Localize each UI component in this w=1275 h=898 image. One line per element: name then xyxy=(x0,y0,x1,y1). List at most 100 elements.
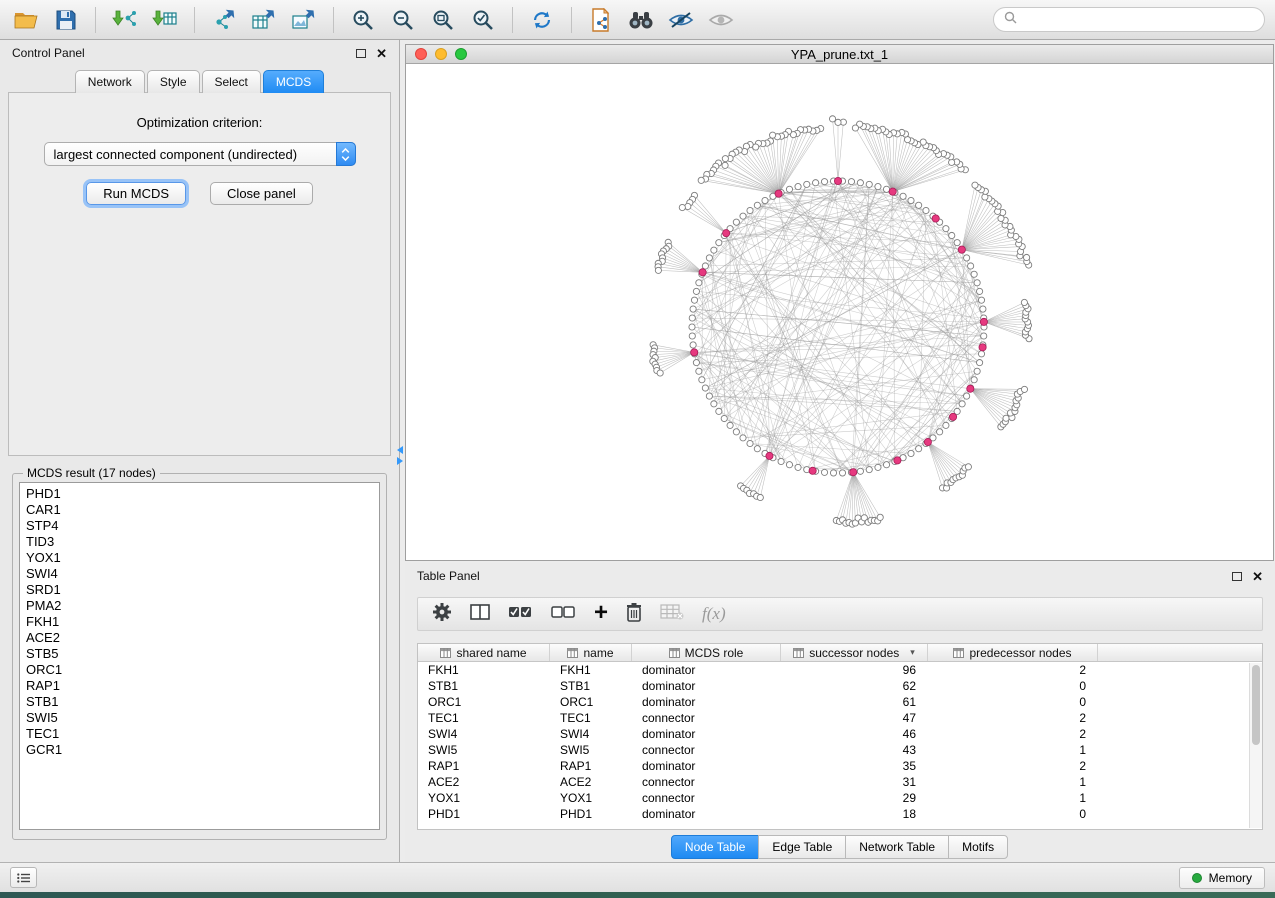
table-row[interactable]: PHD1PHD1dominator180 xyxy=(418,806,1248,822)
table-cell[interactable]: connector xyxy=(632,742,781,758)
deselect-all-rows-icon[interactable] xyxy=(551,604,576,625)
table-cell[interactable]: FKH1 xyxy=(418,662,550,678)
table-cell[interactable]: 46 xyxy=(781,726,928,742)
control-tab-mcds[interactable]: MCDS xyxy=(263,70,324,93)
mcds-result-item[interactable]: PHD1 xyxy=(26,486,379,502)
network-graph[interactable] xyxy=(406,64,1273,560)
table-cell[interactable]: STB1 xyxy=(418,678,550,694)
table-cell[interactable]: YOX1 xyxy=(418,790,550,806)
export-table-icon[interactable] xyxy=(248,4,280,36)
table-cell[interactable]: 43 xyxy=(781,742,928,758)
table-row[interactable]: YOX1YOX1connector291 xyxy=(418,790,1248,806)
table-cell[interactable]: 61 xyxy=(781,694,928,710)
show-columns-icon[interactable] xyxy=(470,604,490,625)
binoculars-icon[interactable] xyxy=(625,4,657,36)
zoom-out-icon[interactable] xyxy=(387,4,419,36)
mcds-result-item[interactable]: PMA2 xyxy=(26,598,379,614)
table-cell[interactable]: RAP1 xyxy=(550,758,632,774)
table-row[interactable]: STB1STB1dominator620 xyxy=(418,678,1248,694)
collapse-left-icon[interactable] xyxy=(397,446,403,454)
control-tab-network[interactable]: Network xyxy=(75,70,145,93)
mcds-result-item[interactable]: ORC1 xyxy=(26,662,379,678)
table-cell[interactable]: SWI5 xyxy=(550,742,632,758)
search-box[interactable] xyxy=(993,7,1265,32)
table-tab-edge-table[interactable]: Edge Table xyxy=(758,835,846,859)
search-input[interactable] xyxy=(1023,12,1254,28)
open-file-icon[interactable] xyxy=(10,4,42,36)
table-cell[interactable]: STB1 xyxy=(550,678,632,694)
table-cell[interactable]: dominator xyxy=(632,758,781,774)
table-row[interactable]: ACE2ACE2connector311 xyxy=(418,774,1248,790)
table-cell[interactable]: 1 xyxy=(928,774,1098,790)
table-row[interactable]: ORC1ORC1dominator610 xyxy=(418,694,1248,710)
table-cell[interactable]: ORC1 xyxy=(550,694,632,710)
table-cell[interactable]: ORC1 xyxy=(418,694,550,710)
table-cell[interactable]: 62 xyxy=(781,678,928,694)
table-cell[interactable]: PHD1 xyxy=(550,806,632,822)
table-settings-gear-icon[interactable] xyxy=(432,602,452,627)
run-mcds-button[interactable]: Run MCDS xyxy=(86,182,186,205)
table-cell[interactable]: 29 xyxy=(781,790,928,806)
scrollbar-thumb[interactable] xyxy=(1252,665,1260,745)
status-menu-button[interactable] xyxy=(10,867,37,888)
export-network-icon[interactable] xyxy=(208,4,240,36)
table-cell[interactable]: SWI4 xyxy=(550,726,632,742)
memory-button[interactable]: Memory xyxy=(1179,867,1265,889)
apply-layout-icon[interactable] xyxy=(526,4,558,36)
network-canvas[interactable] xyxy=(406,64,1273,560)
mcds-result-item[interactable]: FKH1 xyxy=(26,614,379,630)
float-panel-icon[interactable] xyxy=(1232,572,1242,581)
show-all-eye-icon[interactable] xyxy=(705,4,737,36)
table-cell[interactable]: ACE2 xyxy=(550,774,632,790)
table-tab-node-table[interactable]: Node Table xyxy=(671,835,760,859)
table-cell[interactable]: 18 xyxy=(781,806,928,822)
table-row[interactable]: SWI4SWI4dominator462 xyxy=(418,726,1248,742)
table-row[interactable]: TEC1TEC1connector472 xyxy=(418,710,1248,726)
table-cell[interactable]: 2 xyxy=(928,710,1098,726)
table-cell[interactable]: 0 xyxy=(928,806,1098,822)
select-all-rows-icon[interactable] xyxy=(508,604,533,625)
table-cell[interactable]: 2 xyxy=(928,662,1098,678)
table-cell[interactable]: connector xyxy=(632,774,781,790)
table-cell[interactable]: dominator xyxy=(632,662,781,678)
add-column-icon[interactable]: + xyxy=(594,601,608,625)
table-cell[interactable]: dominator xyxy=(632,678,781,694)
column-header-mcds-role[interactable]: MCDS role xyxy=(632,644,781,661)
table-row[interactable]: SWI5SWI5connector431 xyxy=(418,742,1248,758)
table-cell[interactable]: connector xyxy=(632,710,781,726)
mcds-result-item[interactable]: STP4 xyxy=(26,518,379,534)
table-cell[interactable]: dominator xyxy=(632,726,781,742)
export-image-icon[interactable] xyxy=(288,4,320,36)
float-panel-icon[interactable] xyxy=(356,49,366,58)
expand-right-icon[interactable] xyxy=(397,457,403,465)
table-cell[interactable]: ACE2 xyxy=(418,774,550,790)
column-header-shared-name[interactable]: shared name xyxy=(418,644,550,661)
table-cell[interactable]: 2 xyxy=(928,726,1098,742)
column-header-predecessor-nodes[interactable]: predecessor nodes xyxy=(928,644,1098,661)
table-cell[interactable]: PHD1 xyxy=(418,806,550,822)
import-network-icon[interactable] xyxy=(109,4,141,36)
mcds-result-item[interactable]: SWI5 xyxy=(26,710,379,726)
zoom-in-icon[interactable] xyxy=(347,4,379,36)
minimize-window-icon[interactable] xyxy=(435,48,447,60)
control-tab-select[interactable]: Select xyxy=(202,70,261,93)
close-window-icon[interactable] xyxy=(415,48,427,60)
save-session-icon[interactable] xyxy=(50,4,82,36)
table-tab-network-table[interactable]: Network Table xyxy=(845,835,949,859)
mcds-result-item[interactable]: STB1 xyxy=(26,694,379,710)
mcds-result-item[interactable]: CAR1 xyxy=(26,502,379,518)
mcds-result-item[interactable]: SRD1 xyxy=(26,582,379,598)
mcds-result-item[interactable]: ACE2 xyxy=(26,630,379,646)
table-cell[interactable]: 35 xyxy=(781,758,928,774)
column-header-name[interactable]: name xyxy=(550,644,632,661)
table-tab-motifs[interactable]: Motifs xyxy=(948,835,1008,859)
control-tab-style[interactable]: Style xyxy=(147,70,200,93)
share-document-icon[interactable] xyxy=(585,4,617,36)
table-cell[interactable]: TEC1 xyxy=(550,710,632,726)
optimization-criterion-select[interactable]: largest connected component (undirected) xyxy=(44,142,356,166)
table-scrollbar[interactable] xyxy=(1249,663,1262,828)
network-window-titlebar[interactable]: YPA_prune.txt_1 xyxy=(406,45,1273,64)
table-row[interactable]: FKH1FKH1dominator962 xyxy=(418,662,1248,678)
zoom-fit-icon[interactable] xyxy=(427,4,459,36)
table-cell[interactable]: 31 xyxy=(781,774,928,790)
